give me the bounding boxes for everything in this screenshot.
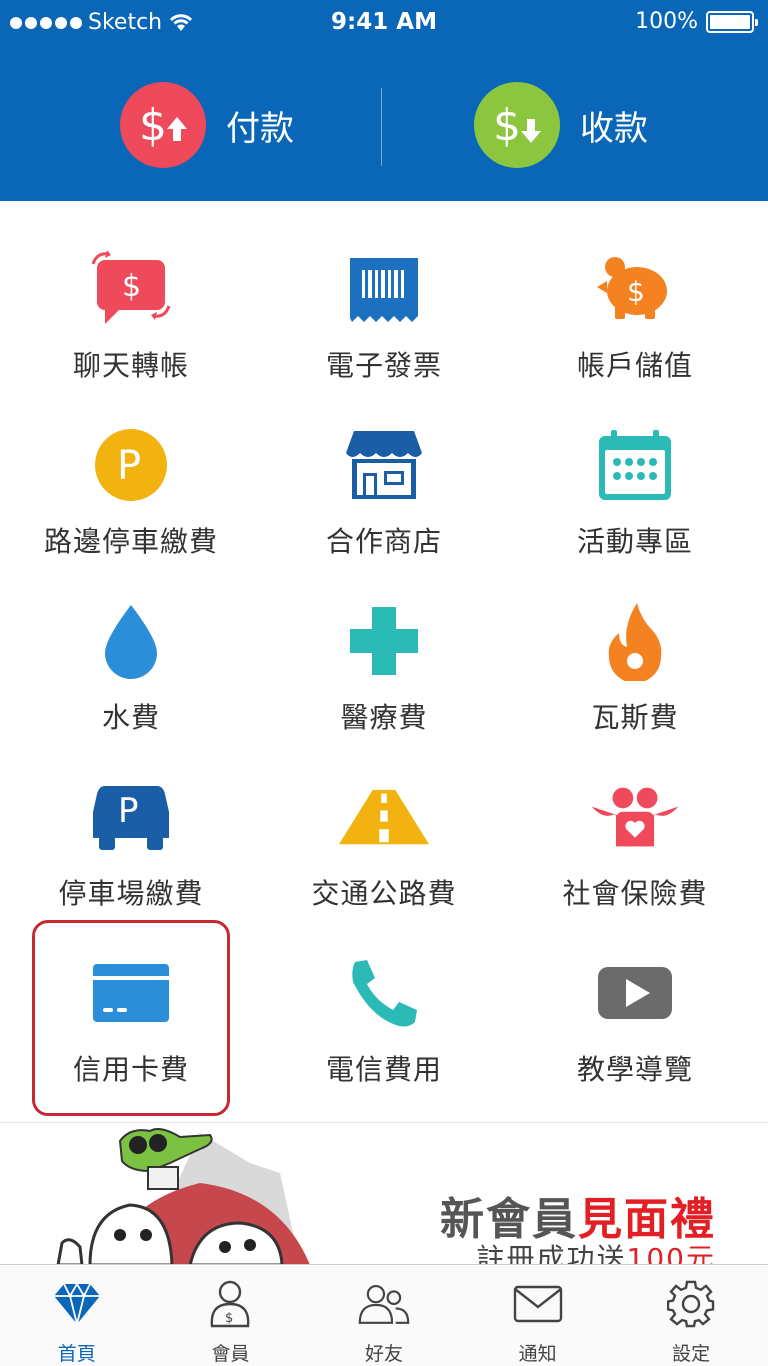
service-label: 路邊停車繳費 [43, 525, 218, 558]
service-highway-fee[interactable]: 交通公路費 [256, 750, 512, 926]
svg-text:P: P [118, 791, 139, 831]
service-label: 電信費用 [325, 1053, 442, 1086]
tab-label: 會員 [211, 1343, 250, 1365]
gear-icon [665, 1279, 717, 1329]
member-icon: $ [204, 1279, 256, 1329]
tab-friends[interactable]: 好友 [307, 1265, 461, 1366]
envelope-icon [512, 1279, 564, 1329]
pay-button[interactable]: $ 付款 [120, 80, 294, 170]
parking-car-icon: P [86, 772, 176, 862]
status-bar: Sketch 9:41 AM 100% [0, 0, 768, 46]
tab-settings[interactable]: 設定 [614, 1265, 768, 1366]
service-partner-stores[interactable]: 合作商店 [256, 398, 512, 574]
header: Sketch 9:41 AM 100% $ 付款 $ 收款 [0, 0, 768, 201]
svg-text:$: $ [225, 1311, 233, 1326]
selected-item-highlight [32, 920, 230, 1116]
service-events[interactable]: 活動專區 [507, 398, 763, 574]
service-label: 醫療費 [340, 701, 428, 734]
service-gas-bill[interactable]: 瓦斯費 [507, 574, 763, 750]
receive-button[interactable]: $ 收款 [474, 80, 648, 170]
banner-subtitle: 註冊成功送100元 [477, 1237, 716, 1264]
tab-label: 設定 [672, 1343, 711, 1365]
tab-member[interactable]: $ 會員 [154, 1265, 308, 1366]
service-label: 交通公路費 [311, 877, 457, 910]
service-label: 帳戶儲值 [576, 349, 693, 382]
medical-cross-icon [339, 596, 429, 686]
battery-percent: 100% [635, 9, 698, 34]
battery-icon [706, 10, 758, 33]
family-heart-icon [590, 772, 680, 862]
dollar-upload-icon: $ [120, 82, 206, 168]
service-label: 停車場繳費 [58, 877, 204, 910]
barcode-receipt-icon [339, 244, 429, 334]
highway-icon [339, 772, 429, 862]
service-label: 水費 [101, 701, 160, 734]
tab-bar: 首頁 $ 會員 好友 通知 設定 [0, 1264, 768, 1366]
friends-icon [358, 1279, 410, 1329]
service-tutorial[interactable]: 教學導覽 [507, 926, 763, 1102]
svg-text:$: $ [627, 275, 645, 308]
service-label: 瓦斯費 [591, 701, 679, 734]
header-divider [381, 88, 382, 166]
piggy-bank-icon: $ [590, 244, 680, 334]
tab-notifications[interactable]: 通知 [461, 1265, 615, 1366]
service-label: 社會保險費 [562, 877, 708, 910]
pay-label: 付款 [226, 108, 294, 149]
tab-label: 通知 [518, 1343, 557, 1365]
banner-subtitle-prefix: 註冊成功送 [476, 1242, 627, 1264]
receive-label: 收款 [580, 108, 648, 149]
svg-text:$: $ [122, 269, 141, 304]
water-drop-icon [86, 596, 176, 686]
parking-coin-icon: P [86, 420, 176, 510]
service-label: 教學導覽 [576, 1053, 693, 1086]
svg-text:$: $ [139, 100, 167, 151]
svg-text:$: $ [493, 100, 521, 151]
phone-icon [339, 948, 429, 1038]
banner-subtitle-highlight: 100元 [626, 1242, 716, 1264]
status-right: 100% [635, 9, 758, 34]
store-icon [339, 420, 429, 510]
service-label: 聊天轉帳 [72, 349, 189, 382]
service-street-parking[interactable]: P 路邊停車繳費 [3, 398, 259, 574]
service-label: 電子發票 [325, 349, 442, 382]
tab-home[interactable]: 首頁 [0, 1265, 154, 1366]
flame-icon [590, 596, 680, 686]
dollar-download-icon: $ [474, 82, 560, 168]
service-water-bill[interactable]: 水費 [3, 574, 259, 750]
tab-label: 好友 [364, 1343, 403, 1365]
tab-label: 首頁 [57, 1343, 96, 1365]
chat-transfer-icon: $ [86, 244, 176, 334]
service-chat-transfer[interactable]: $ 聊天轉帳 [3, 222, 259, 398]
mascot-illustration [56, 1128, 310, 1264]
diamond-icon [51, 1279, 103, 1329]
service-social-insurance[interactable]: 社會保險費 [507, 750, 763, 926]
service-parking-lot[interactable]: P 停車場繳費 [3, 750, 259, 926]
play-video-icon [590, 948, 680, 1038]
svg-text:P: P [117, 443, 141, 489]
service-e-invoice[interactable]: 電子發票 [256, 222, 512, 398]
service-medical-bill[interactable]: 醫療費 [256, 574, 512, 750]
service-account-topup[interactable]: $ 帳戶儲值 [507, 222, 763, 398]
service-label: 活動專區 [576, 525, 693, 558]
promo-banner[interactable]: 新會員見面禮 註冊成功送100元 [0, 1122, 768, 1264]
service-telecom-bill[interactable]: 電信費用 [256, 926, 512, 1102]
service-label: 合作商店 [325, 525, 442, 558]
calendar-icon [590, 420, 680, 510]
